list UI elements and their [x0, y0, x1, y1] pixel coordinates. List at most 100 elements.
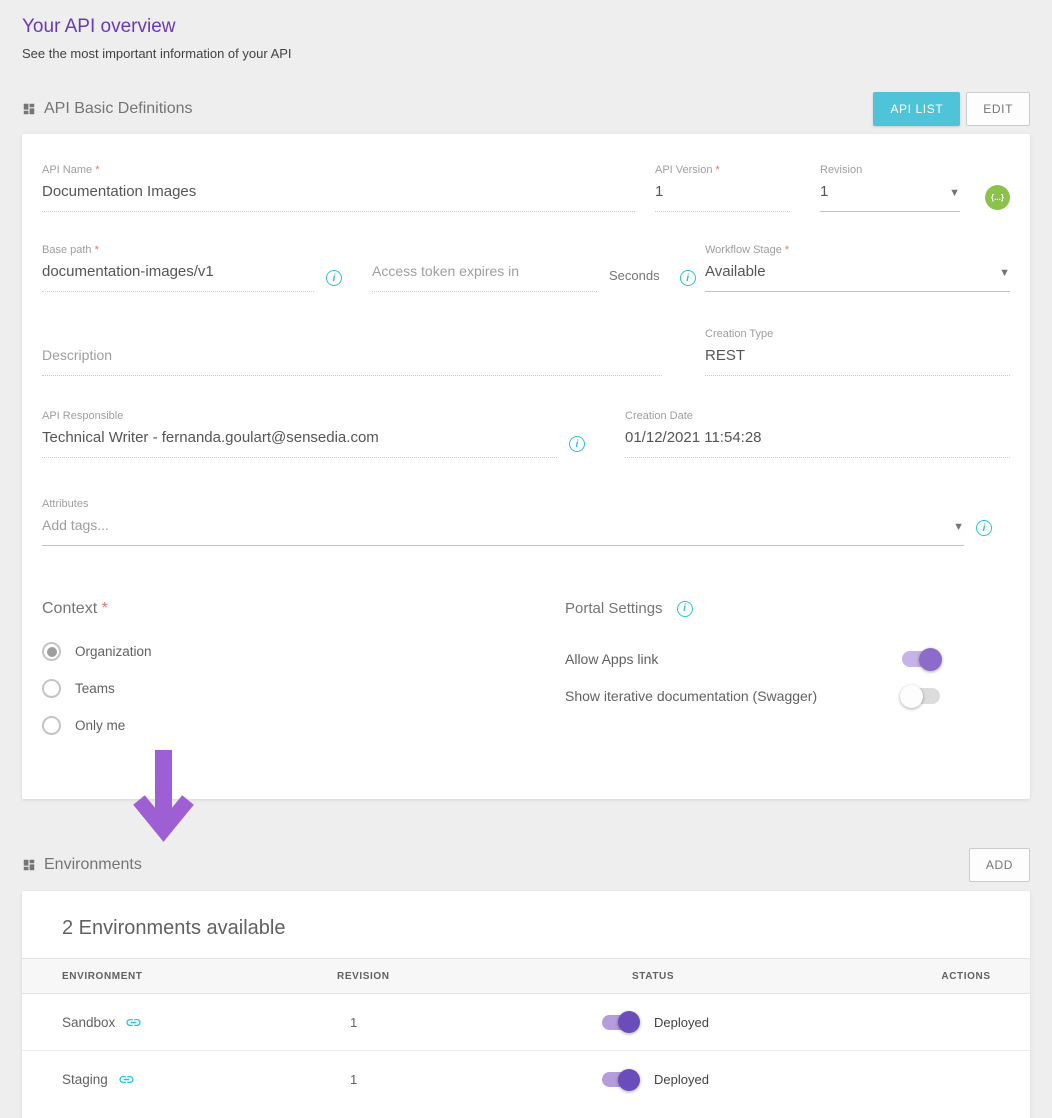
api-responsible-label: API Responsible	[42, 410, 557, 422]
attributes-tags-input[interactable]: Attributes ▼ Add tags...	[42, 498, 964, 546]
radio-label: Only me	[75, 718, 125, 733]
revision-value: 1	[302, 1072, 582, 1087]
page-subtitle: See the most important information of yo…	[22, 46, 1030, 61]
column-header-status: STATUS	[582, 971, 902, 982]
caret-down-icon: ▼	[999, 267, 1010, 279]
required-asterisk: *	[716, 164, 720, 176]
creation-type-value: REST	[705, 347, 1010, 376]
context-option-organization[interactable]: Organization	[42, 642, 565, 661]
table-header-row: ENVIRONMENT REVISION STATUS ACTIONS	[22, 958, 1030, 994]
allow-apps-link-row: Allow Apps link	[565, 647, 940, 671]
environments-section-header: Environments ADD	[22, 847, 1030, 883]
dashboard-grid-icon	[22, 858, 36, 872]
description-placeholder: Description	[42, 347, 662, 376]
caret-down-icon: ▼	[949, 187, 960, 199]
status-label: Deployed	[654, 1015, 709, 1030]
api-responsible-value: Technical Writer - fernanda.goulart@sens…	[42, 429, 557, 458]
context-option-teams[interactable]: Teams	[42, 679, 565, 698]
environments-section-title: Environments	[22, 856, 142, 874]
seconds-unit-label: Seconds	[609, 268, 660, 283]
environments-card: 2 Environments available ENVIRONMENT REV…	[22, 891, 1030, 1118]
table-row: Staging 1 Deployed	[22, 1051, 1030, 1108]
required-asterisk: *	[95, 164, 99, 176]
workflow-stage-label: Workflow Stage	[705, 244, 782, 256]
environments-summary: 2 Environments available	[22, 891, 1030, 958]
deploy-toggle[interactable]	[602, 1072, 638, 1087]
basic-definitions-card: API Name * Documentation Images API Vers…	[22, 134, 1030, 799]
environment-name: Sandbox	[62, 1015, 115, 1030]
api-version-label: API Version	[655, 164, 712, 176]
info-icon[interactable]: i	[976, 520, 992, 536]
add-environment-button[interactable]: ADD	[969, 848, 1030, 882]
info-icon[interactable]: i	[680, 270, 696, 286]
code-braces-icon[interactable]: {...}	[985, 185, 1010, 210]
api-name-label: API Name	[42, 164, 92, 176]
column-header-environment: ENVIRONMENT	[22, 971, 302, 982]
info-icon[interactable]: i	[326, 270, 342, 286]
radio-label: Organization	[75, 644, 152, 659]
portal-settings-group: Portal Settings i Allow Apps link Show i…	[565, 600, 1010, 721]
api-name-value: Documentation Images	[42, 183, 635, 212]
creation-date-label: Creation Date	[625, 410, 1010, 422]
page-title: Your API overview	[22, 14, 1030, 40]
access-token-placeholder[interactable]: Access token expires in	[372, 263, 597, 292]
basic-definitions-section-title: API Basic Definitions	[22, 100, 193, 118]
creation-date-field: Creation Date 01/12/2021 11:54:28	[625, 410, 1010, 458]
api-version-value: 1	[655, 183, 790, 212]
deploy-toggle[interactable]	[602, 1015, 638, 1030]
environments-section: Environments ADD 2 Environments availabl…	[22, 847, 1030, 1118]
api-name-field: API Name * Documentation Images	[42, 164, 635, 212]
attributes-label: Attributes	[42, 498, 964, 510]
workflow-stage-select[interactable]: Workflow Stage * ▼ Available	[705, 244, 1010, 292]
api-list-button[interactable]: API LIST	[873, 92, 960, 126]
revision-value: 1	[820, 183, 828, 200]
base-path-field: Base path * documentation-images/v1	[42, 244, 314, 292]
context-group: Context * Organization Teams Only me	[42, 600, 565, 753]
creation-type-field: Creation Type REST	[705, 328, 1010, 376]
edit-button[interactable]: EDIT	[966, 92, 1030, 126]
creation-type-label: Creation Type	[705, 328, 1010, 340]
toggle-label: Allow Apps link	[565, 651, 658, 667]
environments-table: ENVIRONMENT REVISION STATUS ACTIONS Sand…	[22, 958, 1030, 1108]
required-asterisk: *	[102, 600, 108, 617]
api-version-field: API Version * 1	[655, 164, 790, 212]
context-label: Context	[42, 600, 97, 617]
dashboard-grid-icon	[22, 102, 36, 116]
section-title-label: API Basic Definitions	[44, 100, 193, 118]
column-header-actions: ACTIONS	[902, 971, 1030, 982]
radio-unselected-icon[interactable]	[42, 716, 61, 735]
table-row: Sandbox 1 Deployed	[22, 994, 1030, 1051]
show-swagger-row: Show iterative documentation (Swagger)	[565, 684, 940, 708]
portal-settings-label: Portal Settings	[565, 600, 663, 617]
revision-value: 1	[302, 1015, 582, 1030]
link-icon[interactable]	[118, 1071, 135, 1088]
base-path-value: documentation-images/v1	[42, 263, 314, 292]
caret-down-icon: ▼	[953, 521, 964, 533]
column-header-revision: REVISION	[302, 971, 582, 982]
link-icon[interactable]	[125, 1014, 142, 1031]
creation-date-value: 01/12/2021 11:54:28	[625, 429, 1010, 458]
environment-name: Staging	[62, 1072, 108, 1087]
toggle-label: Show iterative documentation (Swagger)	[565, 688, 817, 704]
radio-unselected-icon[interactable]	[42, 679, 61, 698]
api-overview-page: Your API overview See the most important…	[0, 0, 1052, 1118]
revision-label: Revision	[820, 164, 960, 176]
access-token-field[interactable]: Access token expires in	[372, 263, 597, 292]
allow-apps-link-toggle[interactable]	[902, 651, 940, 667]
required-asterisk: *	[785, 244, 789, 256]
info-icon[interactable]: i	[677, 601, 693, 617]
basic-definitions-section-header: API Basic Definitions API LIST EDIT	[22, 91, 1030, 127]
attributes-placeholder[interactable]: Add tags...	[42, 517, 109, 533]
info-icon[interactable]: i	[569, 436, 585, 452]
radio-label: Teams	[75, 681, 115, 696]
description-field: Description	[42, 347, 662, 376]
radio-selected-icon[interactable]	[42, 642, 61, 661]
required-asterisk: *	[95, 244, 99, 256]
api-responsible-field: API Responsible Technical Writer - ferna…	[42, 410, 557, 458]
show-swagger-toggle[interactable]	[902, 688, 940, 704]
base-path-label: Base path	[42, 244, 92, 256]
context-option-only-me[interactable]: Only me	[42, 716, 565, 735]
section-title-label: Environments	[44, 856, 142, 874]
revision-select[interactable]: Revision ▼ 1	[820, 164, 960, 212]
workflow-stage-value: Available	[705, 263, 766, 280]
